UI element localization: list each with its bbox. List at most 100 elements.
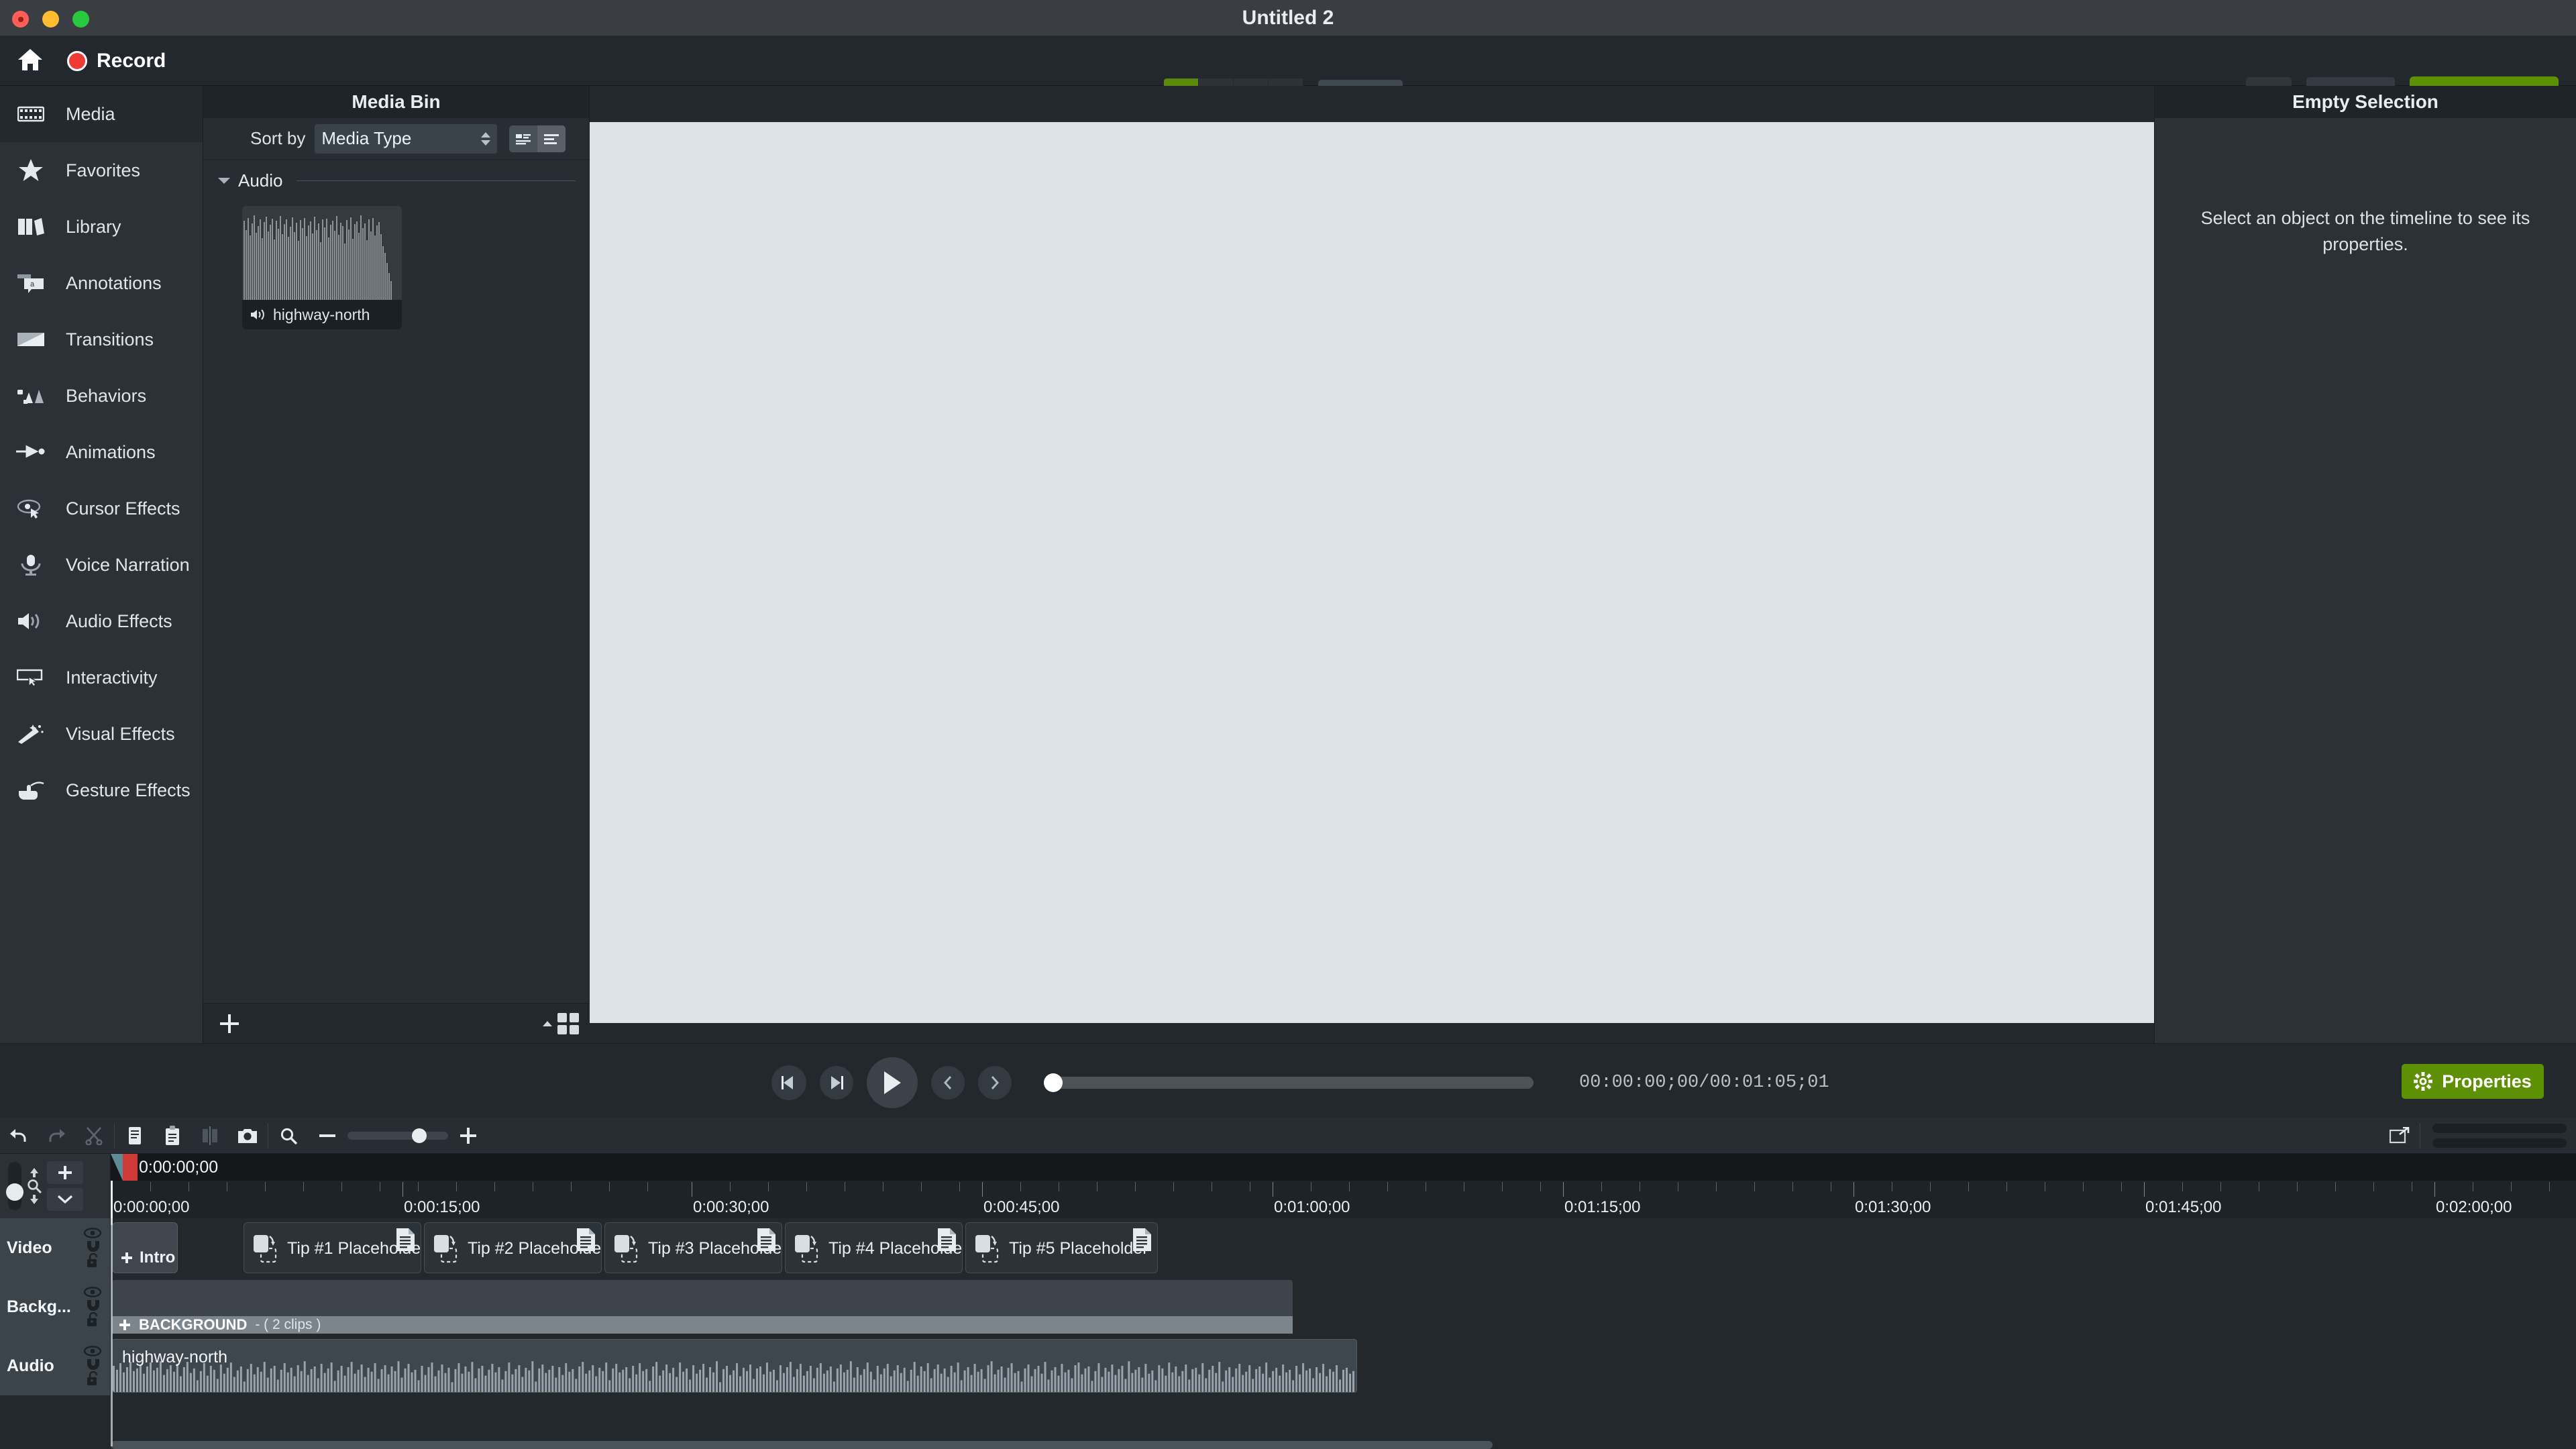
track-body-video[interactable]: Intro Tip #1 Placeholder Tip #2 Placehol… bbox=[111, 1218, 2576, 1277]
split-button[interactable] bbox=[191, 1118, 229, 1154]
window-titlebar: Untitled 2 bbox=[0, 0, 2576, 36]
clip-group-label: Intro bbox=[121, 1248, 175, 1267]
plus-icon[interactable] bbox=[119, 1319, 131, 1331]
timeline-clip[interactable]: Tip #1 Placeholder bbox=[244, 1222, 421, 1273]
plus-icon[interactable] bbox=[121, 1252, 133, 1264]
sidebar-item-animations[interactable]: Animations bbox=[0, 424, 203, 480]
track-height-slider[interactable] bbox=[6, 1162, 23, 1210]
unlock-icon[interactable] bbox=[85, 1253, 100, 1268]
add-media-button[interactable] bbox=[218, 1012, 241, 1035]
track-body-background[interactable]: BACKGROUND - ( 2 clips ) bbox=[111, 1277, 2576, 1336]
replace-placeholder-icon bbox=[613, 1234, 644, 1268]
next-clip-button[interactable] bbox=[978, 1066, 1012, 1099]
playback-scrubber[interactable] bbox=[1044, 1073, 1534, 1092]
minimap-row bbox=[2432, 1124, 2567, 1133]
timeline-clip[interactable]: Tip #4 Placeholder bbox=[785, 1222, 963, 1273]
timeline-background-group[interactable]: BACKGROUND - ( 2 clips ) bbox=[112, 1280, 1293, 1334]
snapshot-button[interactable] bbox=[229, 1118, 266, 1154]
next-frame-button[interactable] bbox=[820, 1066, 853, 1099]
unlock-icon[interactable] bbox=[85, 1371, 100, 1386]
timeline-clip-group[interactable]: Intro bbox=[112, 1222, 178, 1273]
play-button[interactable] bbox=[867, 1057, 918, 1108]
sidebar-item-favorites[interactable]: Favorites bbox=[0, 142, 203, 199]
zoom-to-fit-button[interactable] bbox=[27, 1168, 42, 1204]
redo-button[interactable] bbox=[38, 1118, 75, 1154]
sidebar-item-voice-narration[interactable]: Voice Narration bbox=[0, 537, 203, 593]
view-mode-toggle[interactable] bbox=[509, 125, 566, 152]
playhead-flag-icon[interactable] bbox=[123, 1154, 138, 1181]
copy-icon bbox=[129, 1126, 141, 1144]
grid-size-button[interactable] bbox=[557, 1012, 579, 1034]
track-height-handle[interactable] bbox=[6, 1183, 23, 1201]
eye-icon[interactable] bbox=[83, 1287, 102, 1297]
timeline-zoom-slider[interactable] bbox=[319, 1127, 476, 1144]
sort-by-select[interactable]: Media Type bbox=[315, 123, 498, 154]
scissors-icon bbox=[85, 1126, 103, 1145]
timeline-ruler[interactable]: 0:00:00;00 0:00:00;00 0:00:15;00 0:00:30… bbox=[111, 1154, 2576, 1218]
sidebar-item-audio-effects[interactable]: Audio Effects bbox=[0, 593, 203, 649]
timeline-clip[interactable]: Tip #3 Placeholder bbox=[604, 1222, 782, 1273]
sidebar-item-media[interactable]: Media bbox=[0, 86, 203, 142]
magnifier-icon bbox=[280, 1128, 297, 1144]
track-body-audio[interactable]: highway-north bbox=[111, 1336, 2576, 1395]
undo-button[interactable] bbox=[0, 1118, 38, 1154]
record-button[interactable]: Record bbox=[67, 47, 166, 75]
track-header-video[interactable]: Video bbox=[0, 1218, 111, 1277]
timeline-track-row: Video Intro Tip #1 Placeholder Tip #2 Pl… bbox=[0, 1218, 2576, 1277]
eye-icon[interactable] bbox=[83, 1228, 102, 1238]
media-bin-item[interactable]: highway-north bbox=[242, 206, 402, 329]
video-preview-canvas[interactable] bbox=[590, 122, 2154, 1023]
sidebar-item-behaviors[interactable]: Behaviors bbox=[0, 368, 203, 424]
zoom-in-icon[interactable] bbox=[460, 1127, 476, 1144]
thumbnail-view-button[interactable] bbox=[509, 125, 538, 152]
zoom-out-icon[interactable] bbox=[319, 1133, 335, 1138]
zoom-slider-track[interactable] bbox=[347, 1128, 448, 1143]
track-header-background[interactable]: Backg... bbox=[0, 1277, 111, 1336]
document-icon bbox=[574, 1227, 597, 1256]
track-header-audio[interactable]: Audio bbox=[0, 1336, 111, 1395]
track-buttons bbox=[47, 1161, 83, 1211]
magnet-icon[interactable] bbox=[83, 1299, 102, 1311]
timeline-horizontal-scrollbar[interactable] bbox=[111, 1441, 1493, 1449]
cut-button[interactable] bbox=[75, 1118, 113, 1154]
timeline-clip[interactable]: Tip #2 Placeholder bbox=[424, 1222, 602, 1273]
cursor-effects-icon bbox=[13, 498, 48, 519]
sidebar-item-library[interactable]: Library bbox=[0, 199, 203, 255]
sidebar-item-transitions[interactable]: Transitions bbox=[0, 311, 203, 368]
copy-button[interactable] bbox=[116, 1118, 154, 1154]
add-track-button[interactable] bbox=[47, 1161, 83, 1184]
sidebar-item-interactivity[interactable]: Interactivity bbox=[0, 649, 203, 706]
chevron-right-icon bbox=[991, 1076, 1000, 1089]
magnet-icon[interactable] bbox=[83, 1358, 102, 1370]
sidebar-item-cursor-effects[interactable]: Cursor Effects bbox=[0, 480, 203, 537]
media-bin-group-header[interactable]: Audio bbox=[203, 160, 589, 195]
playhead-marker-icon bbox=[111, 1154, 123, 1181]
speaker-icon bbox=[13, 612, 48, 631]
previous-clip-button[interactable] bbox=[931, 1066, 965, 1099]
chevron-down-icon bbox=[218, 178, 230, 184]
ruler-label: 0:02:00;00 bbox=[2436, 1198, 2512, 1216]
eye-icon[interactable] bbox=[83, 1346, 102, 1356]
timeline-clip[interactable]: Tip #5 Placeholder bbox=[965, 1222, 1158, 1273]
properties-empty-message: Select an object on the timeline to see … bbox=[2200, 208, 2530, 255]
sidebar-item-visual-effects[interactable]: Visual Effects bbox=[0, 706, 203, 762]
previous-frame-button[interactable] bbox=[771, 1065, 806, 1100]
timeline-audio-clip[interactable]: highway-north bbox=[112, 1339, 1357, 1393]
home-icon bbox=[17, 48, 44, 75]
properties-button[interactable]: Properties bbox=[2402, 1064, 2544, 1099]
timeline-minimap[interactable] bbox=[2422, 1124, 2576, 1148]
sidebar-item-annotations[interactable]: a Annotations bbox=[0, 255, 203, 311]
paste-button[interactable] bbox=[154, 1118, 191, 1154]
sidebar-item-label: Library bbox=[66, 216, 121, 237]
home-button[interactable] bbox=[15, 47, 46, 75]
scrubber-handle[interactable] bbox=[1044, 1073, 1063, 1092]
list-view-button[interactable] bbox=[537, 125, 566, 152]
magnet-icon[interactable] bbox=[83, 1240, 102, 1252]
detach-timeline-button[interactable] bbox=[2381, 1118, 2418, 1154]
group-divider bbox=[296, 180, 576, 181]
sidebar-item-gesture-effects[interactable]: Gesture Effects bbox=[0, 762, 203, 818]
zoom-slider-handle[interactable] bbox=[412, 1128, 427, 1143]
unlock-icon[interactable] bbox=[85, 1312, 100, 1327]
collapse-tracks-button[interactable] bbox=[47, 1188, 83, 1211]
background-group-count: - ( 2 clips ) bbox=[255, 1317, 321, 1332]
